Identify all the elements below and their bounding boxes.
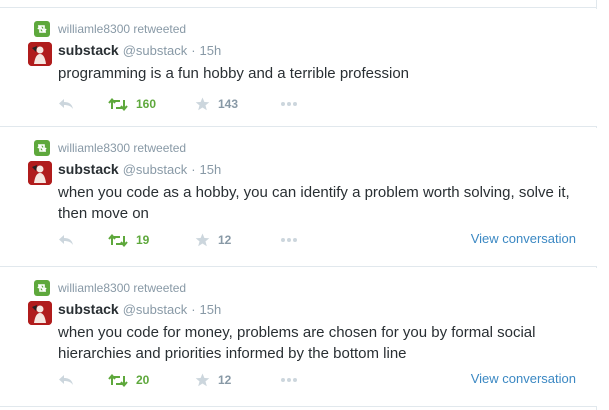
tweet-actions: 20 12 View conversation — [58, 370, 588, 390]
author-username[interactable]: @substack — [123, 302, 188, 317]
favorite-button[interactable]: 12 — [195, 370, 231, 390]
ellipsis-icon — [281, 238, 297, 242]
avatar[interactable] — [28, 161, 52, 185]
retweet-button[interactable]: 19 — [108, 230, 149, 250]
tweet-timestamp[interactable]: 15h — [200, 43, 222, 58]
favorite-count: 12 — [218, 373, 232, 387]
retweet-icon — [34, 140, 50, 156]
avatar[interactable] — [28, 301, 52, 325]
reply-icon — [59, 235, 73, 245]
view-conversation-link[interactable]: View conversation — [471, 231, 576, 246]
ellipsis-icon — [281, 378, 297, 382]
tweet[interactable]: williamle8300 retweeted substack @substa… — [0, 9, 597, 127]
star-icon — [195, 373, 210, 387]
author-fullname[interactable]: substack — [58, 161, 119, 177]
favorite-button[interactable]: 143 — [195, 94, 238, 114]
author-fullname[interactable]: substack — [58, 42, 119, 58]
ellipsis-icon — [281, 102, 297, 106]
header-separator: · — [191, 162, 196, 177]
author-username[interactable]: @substack — [123, 162, 188, 177]
retweet-count: 19 — [136, 233, 150, 247]
tweet-timestamp[interactable]: 15h — [200, 302, 222, 317]
previous-tweet-edge — [0, 0, 597, 8]
reply-icon — [59, 375, 73, 385]
retweet-context: williamle8300 retweeted — [34, 21, 186, 37]
tweet-header: substack @substack · 15h — [58, 301, 221, 319]
reply-button[interactable] — [58, 94, 74, 114]
tweet-actions: 160 143 — [58, 94, 588, 114]
tweet-text: when you code for money, problems are ch… — [58, 324, 536, 362]
tweet-header: substack @substack · 15h — [58, 161, 221, 179]
author-fullname[interactable]: substack — [58, 301, 119, 317]
retweeted-by-label[interactable]: williamle8300 retweeted — [58, 22, 186, 36]
reply-icon — [59, 99, 73, 109]
retweet-icon — [108, 233, 128, 247]
favorite-button[interactable]: 12 — [195, 230, 231, 250]
tweet[interactable]: williamle8300 retweeted substack @substa… — [0, 268, 597, 407]
more-button[interactable] — [280, 230, 298, 250]
retweet-context: williamle8300 retweeted — [34, 280, 186, 296]
retweet-button[interactable]: 160 — [108, 94, 156, 114]
retweeted-by-label[interactable]: williamle8300 retweeted — [58, 281, 186, 295]
star-icon — [195, 97, 210, 111]
retweet-context: williamle8300 retweeted — [34, 140, 186, 156]
timeline: williamle8300 retweeted substack @substa… — [0, 0, 597, 410]
star-icon — [195, 233, 210, 247]
avatar[interactable] — [28, 42, 52, 66]
retweet-count: 160 — [136, 97, 157, 111]
more-button[interactable] — [280, 94, 298, 114]
retweet-icon — [34, 21, 50, 37]
author-username[interactable]: @substack — [123, 43, 188, 58]
tweet-timestamp[interactable]: 15h — [200, 162, 222, 177]
favorite-count: 12 — [218, 233, 232, 247]
reply-button[interactable] — [58, 370, 74, 390]
tweet-text: when you code as a hobby, you can identi… — [58, 184, 570, 222]
retweet-icon — [108, 97, 128, 111]
retweet-icon — [108, 373, 128, 387]
retweet-count: 20 — [136, 373, 150, 387]
reply-button[interactable] — [58, 230, 74, 250]
retweeted-by-label[interactable]: williamle8300 retweeted — [58, 141, 186, 155]
header-separator: · — [191, 302, 196, 317]
favorite-count: 143 — [218, 97, 239, 111]
tweet-header: substack @substack · 15h — [58, 42, 221, 60]
retweet-button[interactable]: 20 — [108, 370, 149, 390]
retweet-icon — [34, 280, 50, 296]
tweet[interactable]: williamle8300 retweeted substack @substa… — [0, 128, 597, 267]
more-button[interactable] — [280, 370, 298, 390]
tweet-text: programming is a fun hobby and a terribl… — [58, 65, 410, 82]
tweet-actions: 19 12 View conversation — [58, 230, 588, 250]
view-conversation-link[interactable]: View conversation — [471, 371, 576, 386]
header-separator: · — [191, 43, 196, 58]
